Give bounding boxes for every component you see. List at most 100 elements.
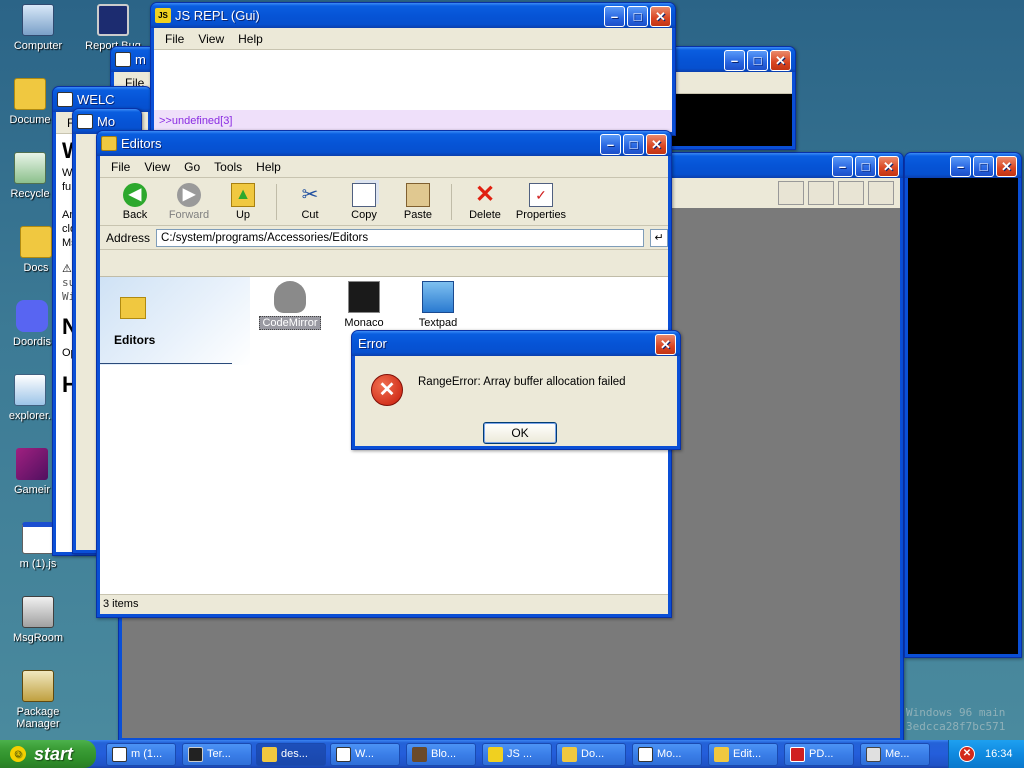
file-icon-codemirror[interactable]: CodeMirror <box>258 281 322 330</box>
maximize-button[interactable]: □ <box>627 6 648 27</box>
desktop-icon-package-manager[interactable]: Package Manager <box>0 670 76 730</box>
error-notification-icon[interactable]: ✕ <box>959 746 975 762</box>
black-terminal-window[interactable]: – □ ✕ <box>904 152 1022 658</box>
cut-button[interactable]: ✂ Cut <box>283 183 337 221</box>
up-button[interactable]: ▲ Up <box>216 182 270 221</box>
folder-icon <box>120 297 146 319</box>
watermark-line: 3edcca28f7bc571 <box>906 720 1006 733</box>
back-button[interactable]: ◀ Back <box>108 182 162 221</box>
titlebar[interactable]: Error ✕ <box>352 331 680 356</box>
menu-help[interactable]: Help <box>233 32 268 46</box>
desktop-icon-msgroom[interactable]: MsgRoom <box>0 596 76 644</box>
app-icon <box>77 114 93 129</box>
task-button[interactable]: W... <box>330 743 400 766</box>
minimize-button[interactable]: – <box>724 50 745 71</box>
task-button[interactable]: Me... <box>860 743 930 766</box>
task-button[interactable]: Blo... <box>406 743 476 766</box>
maximize-button[interactable]: □ <box>747 50 768 71</box>
toolbar-button[interactable] <box>778 181 804 205</box>
copy-button[interactable]: Copy <box>337 182 391 221</box>
print-toolbar-button[interactable] <box>838 181 864 205</box>
desktop-icon-computer[interactable]: Computer <box>0 4 76 52</box>
msgroom-icon <box>22 596 54 628</box>
task-button[interactable]: Do... <box>556 743 626 766</box>
close-button[interactable]: ✕ <box>996 156 1017 177</box>
tool-label: Copy <box>351 208 377 221</box>
task-button[interactable]: PD... <box>784 743 854 766</box>
js-repl-window[interactable]: JS JS REPL (Gui) – □ ✕ File View Help >>… <box>150 2 676 136</box>
paste-icon <box>406 182 430 207</box>
window-title: Mo <box>97 114 116 129</box>
close-button[interactable]: ✕ <box>878 156 899 177</box>
app-icon <box>57 92 73 107</box>
maximize-button[interactable]: □ <box>623 134 644 155</box>
task-label: Do... <box>581 748 605 760</box>
address-label: Address <box>106 230 151 245</box>
close-button[interactable]: ✕ <box>650 6 671 27</box>
desktop-icon-label: m (1).js <box>19 558 57 570</box>
error-dialog[interactable]: Error ✕ ✕ RangeError: Array buffer alloc… <box>351 330 681 450</box>
close-button[interactable]: ✕ <box>646 134 667 155</box>
titlebar[interactable]: Editors – □ ✕ <box>97 131 671 156</box>
menu-view[interactable]: View <box>139 160 175 174</box>
markdown-icon <box>336 747 351 762</box>
terminal-content[interactable] <box>908 178 1018 654</box>
recycle-bin-icon <box>14 152 46 184</box>
maximize-button[interactable]: □ <box>973 156 994 177</box>
task-button[interactable]: Mo... <box>632 743 702 766</box>
menu-help[interactable]: Help <box>251 160 286 174</box>
bug-report-icon <box>97 4 129 36</box>
window-content: File View Help >>undefined[3] <box>154 28 672 132</box>
settings-toolbar-button[interactable] <box>868 181 894 205</box>
codemirror-icon <box>274 281 306 313</box>
minimize-button[interactable]: – <box>950 156 971 177</box>
clock[interactable]: 16:34 <box>985 748 1013 760</box>
file-icon-monaco[interactable]: Monaco <box>332 281 396 329</box>
start-button[interactable]: ☺ start <box>0 740 96 768</box>
taskbar: ☺ start m (1... Ter... des... W... Blo..… <box>0 740 1024 768</box>
desktop-icon-label: Computer <box>13 40 63 52</box>
file-label: Textpad <box>418 317 458 329</box>
task-label: PD... <box>809 748 834 760</box>
ok-button[interactable]: OK <box>483 422 557 444</box>
error-icon: ✕ <box>371 374 403 406</box>
forward-button[interactable]: ▶ Forward <box>162 182 216 221</box>
close-button[interactable]: ✕ <box>770 50 791 71</box>
folder-toolbar-button[interactable] <box>808 181 834 205</box>
menu-tools[interactable]: Tools <box>209 160 247 174</box>
task-button[interactable]: Ter... <box>182 743 252 766</box>
paste-button[interactable]: Paste <box>391 182 445 221</box>
task-label: Blo... <box>431 748 457 760</box>
discord-icon <box>16 300 48 332</box>
task-button[interactable]: Edit... <box>708 743 778 766</box>
window-title: m <box>135 52 146 67</box>
window-title: WELC <box>77 92 115 107</box>
task-button[interactable]: JS ... <box>482 743 552 766</box>
task-button[interactable]: m (1... <box>106 743 176 766</box>
minimize-button[interactable]: – <box>832 156 853 177</box>
monaco-icon <box>348 281 380 313</box>
menu-file[interactable]: File <box>160 32 189 46</box>
minimize-button[interactable]: – <box>604 6 625 27</box>
menu-view[interactable]: View <box>193 32 229 46</box>
task-button[interactable]: des... <box>256 743 326 766</box>
delete-button[interactable]: ✕ Delete <box>458 182 512 221</box>
properties-button[interactable]: ✓ Properties <box>512 182 570 221</box>
desktop-icon-report-bug[interactable]: Report Bug <box>75 4 151 52</box>
titlebar[interactable]: JS JS REPL (Gui) – □ ✕ <box>151 3 675 28</box>
address-input[interactable]: C:/system/programs/Accessories/Editors <box>156 228 645 247</box>
repl-output-line: >>undefined[3] <box>154 110 672 132</box>
go-arrow-icon[interactable]: ↵ <box>650 228 668 247</box>
window-icon <box>112 747 127 762</box>
folder-icon <box>20 226 52 258</box>
file-icon-textpad[interactable]: Textpad <box>406 281 470 329</box>
documents-folder-icon <box>14 78 46 110</box>
maximize-button[interactable]: □ <box>855 156 876 177</box>
titlebar[interactable]: – □ ✕ <box>905 153 1021 178</box>
menu-go[interactable]: Go <box>179 160 205 174</box>
js-icon: JS <box>155 8 171 23</box>
minimize-button[interactable]: – <box>600 134 621 155</box>
close-button[interactable]: ✕ <box>655 334 676 355</box>
watermark-line: Windows 96 main <box>906 706 1006 719</box>
menu-file[interactable]: File <box>106 160 135 174</box>
